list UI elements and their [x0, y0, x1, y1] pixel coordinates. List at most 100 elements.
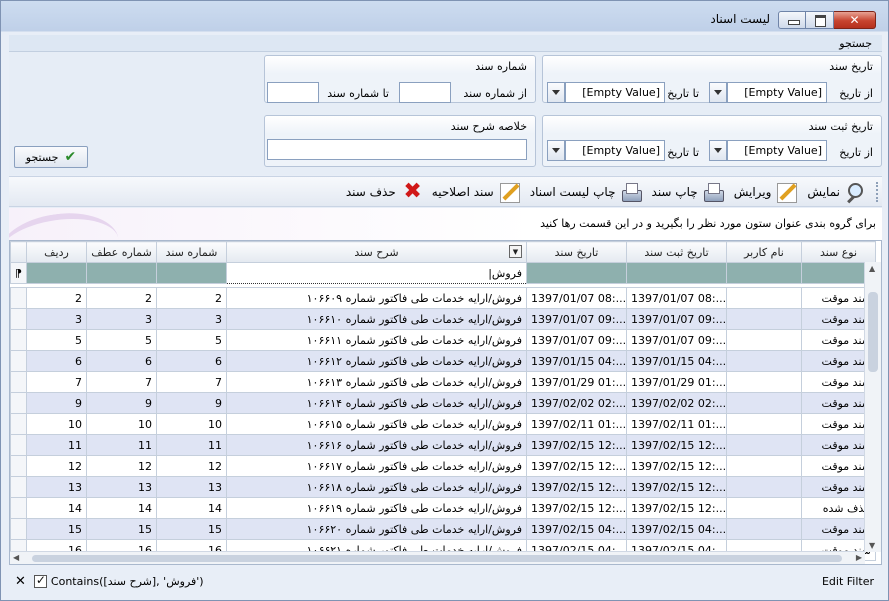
search-panel-header[interactable]: جستجو — [9, 35, 882, 52]
cell-reg-date[interactable]: 1397/02/15 12:... — [626, 455, 727, 477]
print-list-button[interactable]: چاپ لیست اسناد — [530, 181, 642, 203]
col-header-reg-date[interactable]: تاریخ ثبت سند — [626, 241, 727, 263]
table-row[interactable]: 13 13 13 فروش/ارایه خدمات طی فاکتور شماره ۱… — [10, 476, 876, 498]
horizontal-scroll-thumb[interactable] — [32, 555, 842, 562]
cell-doc-no[interactable]: 15 — [156, 518, 227, 540]
cell-desc[interactable]: فروش/ارایه خدمات طی فاکتور شماره ۱۰۶۶۲۰ — [226, 518, 527, 540]
cell-user[interactable] — [726, 350, 802, 372]
cell-reg-date[interactable]: 1397/01/07 08:... — [626, 287, 727, 309]
table-row[interactable]: 9 9 9 فروش/ارایه خدمات طی فاکتور شماره ۱۰۶۶… — [10, 392, 876, 414]
cell-reg-date[interactable]: 1397/01/29 01:... — [626, 371, 727, 393]
cell-doc-no[interactable]: 11 — [156, 434, 227, 456]
cell-user[interactable] — [726, 287, 802, 309]
cell-desc[interactable]: فروش/ارایه خدمات طی فاکتور شماره ۱۰۶۶۱۲ — [226, 350, 527, 372]
scroll-right-icon[interactable]: ▶ — [856, 553, 862, 562]
cell-desc[interactable]: فروش/ارایه خدمات طی فاکتور شماره ۱۰۶۶۰۹ — [226, 287, 527, 309]
cell-reg-date[interactable]: 1397/02/15 12:... — [626, 434, 727, 456]
cell-row[interactable]: 14 — [26, 497, 87, 519]
filter-expression[interactable]: Contains([شرح سند], 'فروش') — [51, 575, 204, 588]
cell-desc[interactable]: فروش/ارایه خدمات طی فاکتور شماره ۱۰۶۶۱۶ — [226, 434, 527, 456]
cell-user[interactable] — [726, 413, 802, 435]
edit-filter-button[interactable]: Edit Filter — [822, 575, 874, 588]
col-header-user[interactable]: نام کاربر — [726, 241, 802, 263]
cell-doc-no[interactable]: 3 — [156, 308, 227, 330]
col-header-doc-no[interactable]: شماره سند — [156, 241, 227, 263]
cell-ref-no[interactable]: 9 — [86, 392, 157, 414]
row-indicator[interactable] — [10, 476, 27, 498]
cell-doc-no[interactable]: 2 — [156, 287, 227, 309]
close-button[interactable] — [834, 11, 876, 29]
cell-doc-no[interactable]: 14 — [156, 497, 227, 519]
row-indicator[interactable] — [10, 329, 27, 351]
cell-doc-no[interactable]: 6 — [156, 350, 227, 372]
filter-cell-reg-date[interactable] — [626, 262, 727, 284]
table-row[interactable]: 3 3 3 فروش/ارایه خدمات طی فاکتور شماره ۱۰۶۶… — [10, 308, 876, 330]
cell-doc-date[interactable]: 1397/02/15 04:... — [526, 518, 627, 540]
cell-user[interactable] — [726, 434, 802, 456]
cell-ref-no[interactable]: 14 — [86, 497, 157, 519]
row-indicator[interactable] — [10, 518, 27, 540]
table-row[interactable]: 5 5 5 فروش/ارایه خدمات طی فاکتور شماره ۱۰۶۶… — [10, 329, 876, 351]
row-indicator[interactable] — [10, 287, 27, 309]
edit-button[interactable]: ویرایش — [734, 181, 798, 203]
col-header-row[interactable]: ردیف — [26, 241, 87, 263]
cell-reg-date[interactable]: 1397/02/11 01:... — [626, 413, 727, 435]
cell-row[interactable]: 11 — [26, 434, 87, 456]
doc-date-from-dropdown[interactable] — [709, 82, 727, 103]
cell-ref-no[interactable]: 2 — [86, 287, 157, 309]
horizontal-scrollbar[interactable]: ◀ ▶ — [10, 551, 865, 564]
table-row[interactable]: 14 14 14 فروش/ارایه خدمات طی فاکتور شماره ۱… — [10, 497, 876, 519]
reg-date-to-input[interactable]: [Empty Value] — [565, 140, 665, 161]
cell-doc-date[interactable]: 1397/02/15 12:... — [526, 434, 627, 456]
cell-user[interactable] — [726, 392, 802, 414]
minimize-button[interactable] — [778, 11, 806, 29]
row-indicator[interactable] — [10, 350, 27, 372]
cell-ref-no[interactable]: 10 — [86, 413, 157, 435]
print-button[interactable]: چاپ سند — [652, 181, 724, 203]
delete-button[interactable]: ✖ حذف سند — [346, 180, 422, 203]
row-indicator[interactable] — [10, 371, 27, 393]
row-indicator[interactable] — [10, 455, 27, 477]
correction-button[interactable]: سند اصلاحیه — [432, 181, 520, 203]
cell-user[interactable] — [726, 371, 802, 393]
cell-desc[interactable]: فروش/ارایه خدمات طی فاکتور شماره ۱۰۶۶۱۴ — [226, 392, 527, 414]
row-indicator[interactable] — [10, 413, 27, 435]
col-header-type[interactable]: نوع سند — [801, 241, 876, 263]
cell-doc-no[interactable]: 13 — [156, 476, 227, 498]
cell-doc-no[interactable]: 5 — [156, 329, 227, 351]
filter-cell-doc-no[interactable] — [156, 262, 227, 284]
cell-ref-no[interactable]: 11 — [86, 434, 157, 456]
scroll-up-icon[interactable]: ▲ — [869, 264, 875, 273]
table-row[interactable]: 2 2 2 فروش/ارایه خدمات طی فاکتور شماره ۱۰۶۶… — [10, 287, 876, 309]
summary-input[interactable] — [267, 139, 527, 160]
col-header-ref-no[interactable]: شماره عطف — [86, 241, 157, 263]
cell-reg-date[interactable]: 1397/02/15 12:... — [626, 476, 727, 498]
cell-doc-date[interactable]: 1397/01/29 01:... — [526, 371, 627, 393]
cell-doc-date[interactable]: 1397/01/07 09:... — [526, 329, 627, 351]
cell-doc-date[interactable]: 1397/01/07 09:... — [526, 308, 627, 330]
cell-desc[interactable]: فروش/ارایه خدمات طی فاکتور شماره ۱۰۶۶۱۸ — [226, 476, 527, 498]
table-row[interactable]: 15 15 15 فروش/ارایه خدمات طی فاکتور شماره ۱… — [10, 518, 876, 540]
cell-desc[interactable]: فروش/ارایه خدمات طی فاکتور شماره ۱۰۶۶۱۰ — [226, 308, 527, 330]
table-row[interactable]: 6 6 6 فروش/ارایه خدمات طی فاکتور شماره ۱۰۶۶… — [10, 350, 876, 372]
cell-user[interactable] — [726, 308, 802, 330]
cell-doc-date[interactable]: 1397/02/02 02:... — [526, 392, 627, 414]
cell-doc-no[interactable]: 9 — [156, 392, 227, 414]
cell-doc-no[interactable]: 10 — [156, 413, 227, 435]
cell-ref-no[interactable]: 15 — [86, 518, 157, 540]
cell-doc-no[interactable]: 7 — [156, 371, 227, 393]
cell-desc[interactable]: فروش/ارایه خدمات طی فاکتور شماره ۱۰۶۶۱۳ — [226, 371, 527, 393]
cell-reg-date[interactable]: 1397/02/15 12:... — [626, 497, 727, 519]
reg-date-to-dropdown[interactable] — [547, 140, 565, 161]
view-button[interactable]: نمایش — [807, 181, 866, 203]
cell-desc[interactable]: فروش/ارایه خدمات طی فاکتور شماره ۱۰۶۶۱۱ — [226, 329, 527, 351]
filter-dropdown-icon[interactable]: ▼ — [509, 245, 522, 258]
cell-ref-no[interactable]: 5 — [86, 329, 157, 351]
row-indicator[interactable] — [10, 497, 27, 519]
filter-cell-ref-no[interactable] — [86, 262, 157, 284]
cell-row[interactable]: 6 — [26, 350, 87, 372]
cell-reg-date[interactable]: 1397/01/07 09:... — [626, 329, 727, 351]
cell-ref-no[interactable]: 7 — [86, 371, 157, 393]
cell-doc-date[interactable]: 1397/02/15 12:... — [526, 455, 627, 477]
cell-doc-date[interactable]: 1397/02/15 12:... — [526, 476, 627, 498]
